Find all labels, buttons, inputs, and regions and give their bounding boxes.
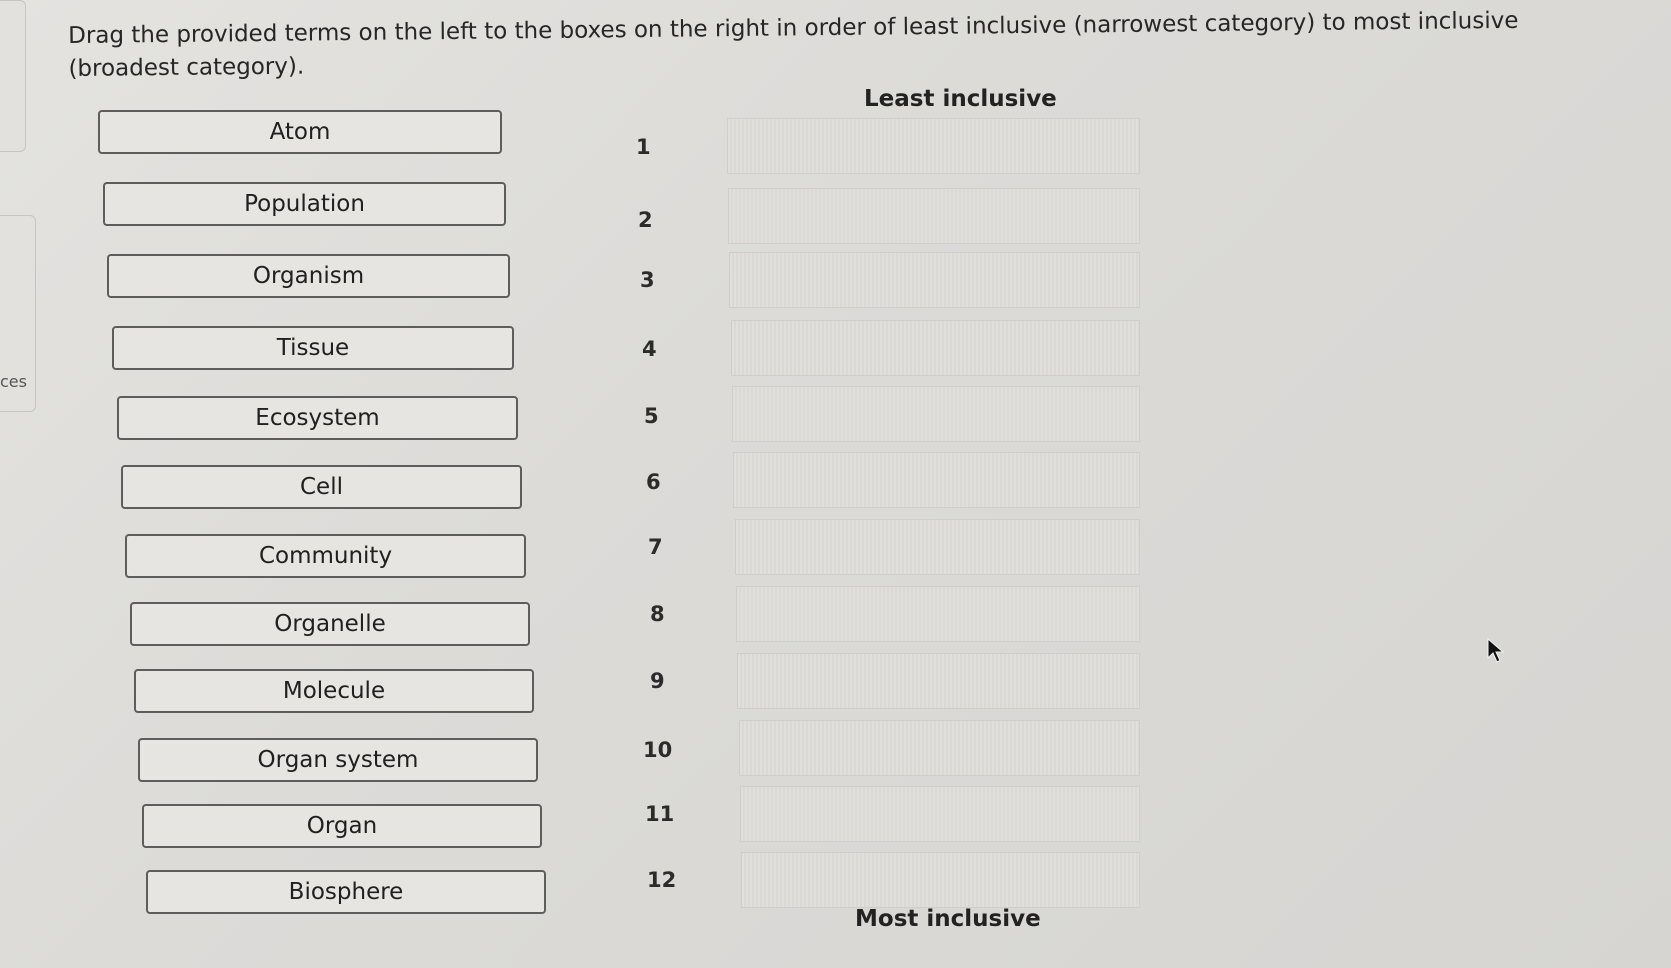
side-panel: ces [0, 0, 40, 968]
side-panel-tab[interactable] [0, 0, 26, 152]
drop-zone-1[interactable] [727, 118, 1140, 174]
term-card[interactable]: Population [103, 182, 506, 226]
most-inclusive-label: Most inclusive [855, 906, 1041, 932]
slot-number: 4 [642, 337, 657, 361]
side-panel-label: ces [0, 372, 27, 391]
drop-zone-8[interactable] [736, 586, 1140, 642]
slot-number: 5 [644, 404, 659, 428]
least-inclusive-label: Least inclusive [864, 86, 1057, 112]
drop-zone-2[interactable] [728, 188, 1140, 244]
term-card[interactable]: Organ system [138, 738, 538, 782]
drop-zone-3[interactable] [729, 252, 1140, 308]
drop-zone-6[interactable] [733, 452, 1140, 508]
term-card[interactable]: Ecosystem [117, 396, 518, 440]
term-card[interactable]: Biosphere [146, 870, 546, 914]
slot-number: 2 [638, 208, 653, 232]
term-card[interactable]: Organism [107, 254, 510, 298]
term-card[interactable]: Tissue [112, 326, 514, 370]
drop-zone-7[interactable] [735, 519, 1140, 575]
drop-zone-5[interactable] [732, 386, 1140, 442]
drop-zone-4[interactable] [731, 320, 1140, 376]
slot-number: 6 [646, 470, 661, 494]
term-card[interactable]: Molecule [134, 669, 534, 713]
slot-number: 3 [640, 268, 655, 292]
instructions-text: Drag the provided terms on the left to t… [68, 7, 1519, 82]
slot-number: 9 [650, 669, 665, 693]
term-card[interactable]: Cell [121, 465, 522, 509]
term-card[interactable]: Organ [142, 804, 542, 848]
slot-number: 8 [650, 602, 665, 626]
slot-number: 1 [636, 135, 651, 159]
drop-zone-10[interactable] [739, 720, 1140, 776]
slot-number: 11 [645, 802, 675, 826]
drop-zone-9[interactable] [737, 653, 1140, 709]
slot-number: 7 [648, 535, 663, 559]
term-card[interactable]: Atom [98, 110, 502, 154]
term-card[interactable]: Organelle [130, 602, 530, 646]
slot-number: 12 [647, 868, 677, 892]
term-card[interactable]: Community [125, 534, 526, 578]
drop-zone-12[interactable] [741, 852, 1140, 908]
slot-number: 10 [643, 738, 673, 762]
drop-zone-11[interactable] [740, 786, 1140, 842]
mouse-pointer-icon [1487, 638, 1505, 663]
